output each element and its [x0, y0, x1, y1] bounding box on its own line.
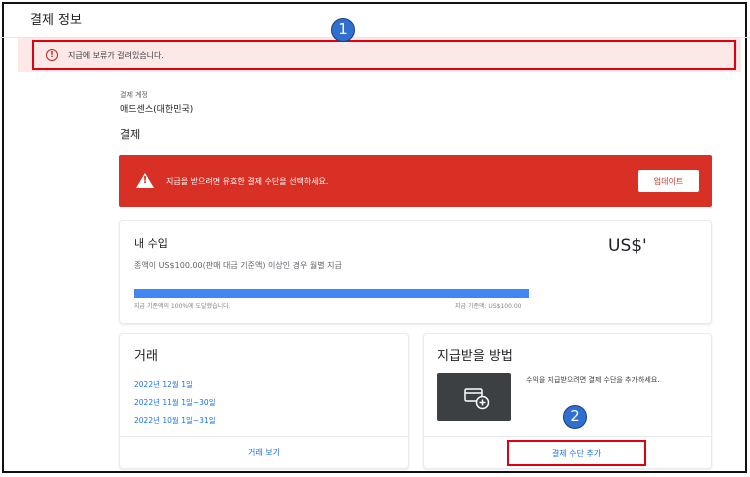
- payments-section-title: 결제: [120, 128, 141, 141]
- progress-status-label: 지급 기준액의 100%에 도달했습니다.: [134, 303, 231, 310]
- threshold-progress-fill: [134, 289, 529, 298]
- page-title: 결제 정보: [30, 13, 82, 28]
- view-transactions-link[interactable]: 거래 보기: [120, 447, 408, 458]
- warning-mark: !: [142, 175, 148, 186]
- progress-threshold-label: 지급 기준액: US$100.00: [455, 303, 522, 310]
- annotation-highlight-hold: [32, 40, 736, 70]
- threshold-progress-bar: [134, 289, 529, 298]
- annotation-badge-1: 1: [331, 18, 355, 42]
- transaction-link[interactable]: 2022년 10월 1일~31일: [134, 415, 216, 426]
- transactions-title: 거래: [134, 349, 158, 364]
- update-button[interactable]: 업데이트: [638, 170, 699, 192]
- transaction-link[interactable]: 2022년 11월 1일~30일: [134, 397, 216, 408]
- earnings-amount: US$': [608, 236, 647, 256]
- payment-account-value: 애드센스(대한민국): [120, 105, 194, 115]
- payment-method-divider: [424, 436, 711, 437]
- payment-method-description: 수익을 지급받으려면 결제 수단을 추가하세요.: [526, 376, 660, 384]
- add-payment-method-button[interactable]: 결제 수단 추가: [509, 442, 644, 464]
- payment-method-title: 지급받을 방법: [437, 349, 513, 364]
- earnings-title: 내 수입: [134, 237, 168, 250]
- transaction-link[interactable]: 2022년 12월 1일: [134, 379, 193, 390]
- add-card-icon: [437, 373, 511, 421]
- annotation-badge-2: 2: [563, 405, 587, 429]
- earnings-subtitle: 종액이 US$100.00(판매 대금 기준액) 이상인 경우 월별 지급: [134, 261, 342, 270]
- transactions-divider: [120, 436, 408, 437]
- payment-account-label: 결제 계정: [120, 91, 148, 99]
- alert-message: 지급을 받으려면 유효한 결제 수단을 선택하세요.: [166, 177, 329, 186]
